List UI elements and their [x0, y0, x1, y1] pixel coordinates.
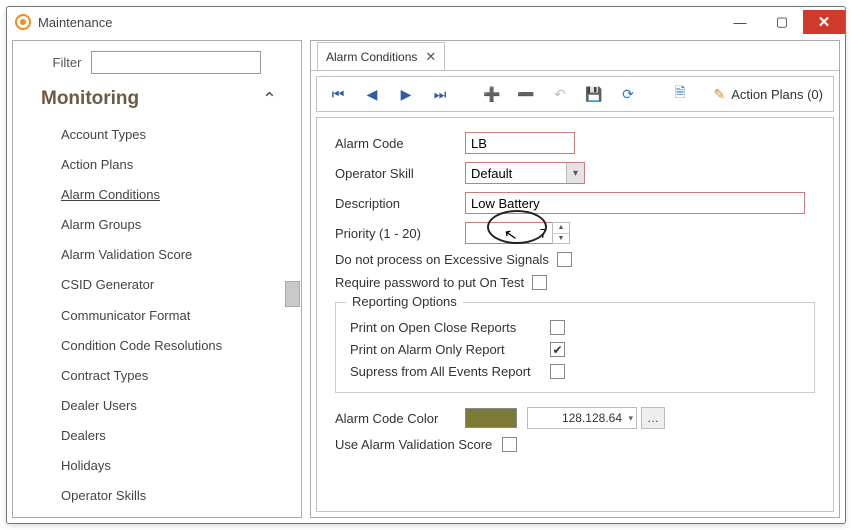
dropdown-icon[interactable]: ▾: [566, 163, 584, 183]
sidebar-item-operator-skills[interactable]: Operator Skills: [31, 481, 301, 511]
alarm-code-label: Alarm Code: [335, 136, 465, 151]
sidebar-item-account-types[interactable]: Account Types: [31, 120, 301, 150]
priority-input[interactable]: [465, 222, 553, 244]
suppress-label: Supress from All Events Report: [350, 364, 550, 379]
app-icon: [15, 14, 31, 30]
tab-alarm-conditions[interactable]: Alarm Conditions ✕: [317, 42, 445, 70]
sidebar-item-dealers[interactable]: Dealers: [31, 421, 301, 451]
nav-next-button[interactable]: ▶: [391, 80, 421, 108]
sidebar-item-csid-generator[interactable]: CSID Generator: [31, 270, 301, 300]
sidebar-scrollbar[interactable]: [285, 281, 300, 307]
remove-button[interactable]: ➖: [511, 80, 541, 108]
toolbar: ⏮ ◀ ▶ ⏭ ➕ ➖ ↶ 💾 ⟳ 🗎 ✎ Action Plans (0): [316, 76, 834, 112]
filter-label: Filter: [53, 55, 82, 70]
color-label: Alarm Code Color: [335, 411, 465, 426]
add-button[interactable]: ➕: [477, 80, 507, 108]
print-open-close-label: Print on Open Close Reports: [350, 320, 550, 335]
action-plans-link[interactable]: ✎ Action Plans (0): [714, 86, 828, 103]
refresh-button[interactable]: ⟳: [613, 80, 643, 108]
sidebar-item-alarm-groups[interactable]: Alarm Groups: [31, 210, 301, 240]
nav-first-button[interactable]: ⏮: [323, 80, 353, 108]
operator-skill-label: Operator Skill: [335, 166, 465, 181]
suppress-checkbox[interactable]: [550, 364, 565, 379]
action-plans-label: Action Plans (0): [731, 87, 823, 102]
minimize-button[interactable]: —: [719, 10, 761, 34]
maximize-button[interactable]: ▢: [761, 10, 803, 34]
color-picker-button[interactable]: …: [641, 407, 665, 429]
color-swatch: [465, 408, 517, 428]
undo-button[interactable]: ↶: [545, 80, 575, 108]
form-area: Alarm Code Operator Skill ▾ Description …: [316, 117, 834, 512]
priority-label: Priority (1 - 20): [335, 226, 465, 241]
sidebar-item-panel-connections[interactable]: Panel Connections: [31, 511, 301, 517]
sidebar-item-holidays[interactable]: Holidays: [31, 451, 301, 481]
alarm-code-input[interactable]: [465, 132, 575, 154]
window-title: Maintenance: [38, 15, 112, 30]
print-alarm-only-checkbox[interactable]: ✔: [550, 342, 565, 357]
titlebar: Maintenance — ▢ ✕: [7, 7, 845, 37]
tab-label: Alarm Conditions: [326, 50, 417, 64]
sidebar-item-alarm-conditions[interactable]: Alarm Conditions: [31, 180, 301, 210]
sidebar-item-dealer-users[interactable]: Dealer Users: [31, 391, 301, 421]
tab-close-icon[interactable]: ✕: [425, 49, 436, 65]
no-process-label: Do not process on Excessive Signals: [335, 252, 549, 267]
require-pw-checkbox[interactable]: [532, 275, 547, 290]
nav-last-button[interactable]: ⏭: [425, 80, 455, 108]
sidebar-item-condition-code-resolutions[interactable]: Condition Code Resolutions: [31, 331, 301, 361]
priority-spinner[interactable]: ▲▼: [552, 222, 570, 244]
sidebar-item-action-plans[interactable]: Action Plans: [31, 150, 301, 180]
reporting-options-group: Reporting Options Print on Open Close Re…: [335, 302, 815, 393]
reporting-legend: Reporting Options: [346, 294, 463, 309]
color-value-dropdown[interactable]: 128.128.64: [527, 407, 637, 429]
section-title: Monitoring: [41, 88, 139, 110]
sidebar-item-communicator-format[interactable]: Communicator Format: [31, 301, 301, 331]
use-validation-checkbox[interactable]: [502, 437, 517, 452]
print-open-close-checkbox[interactable]: [550, 320, 565, 335]
collapse-icon[interactable]: ⌃: [262, 89, 287, 110]
nav-prev-button[interactable]: ◀: [357, 80, 387, 108]
no-process-checkbox[interactable]: [557, 252, 572, 267]
print-alarm-only-label: Print on Alarm Only Report: [350, 342, 550, 357]
require-pw-label: Require password to put On Test: [335, 275, 524, 290]
description-input[interactable]: [465, 192, 805, 214]
sidebar: Filter Monitoring ⌃ Account TypesAction …: [12, 40, 302, 518]
filter-input[interactable]: [91, 51, 261, 74]
close-button[interactable]: ✕: [803, 10, 845, 34]
use-validation-label: Use Alarm Validation Score: [335, 437, 492, 452]
pencil-icon: ✎: [714, 86, 726, 103]
document-button[interactable]: 🗎: [665, 80, 695, 108]
sidebar-item-contract-types[interactable]: Contract Types: [31, 361, 301, 391]
save-button[interactable]: 💾: [579, 80, 609, 108]
sidebar-item-alarm-validation-score[interactable]: Alarm Validation Score: [31, 240, 301, 270]
description-label: Description: [335, 196, 465, 211]
main-panel: Alarm Conditions ✕ ⏮ ◀ ▶ ⏭ ➕ ➖ ↶ 💾 ⟳ 🗎 ✎: [310, 40, 840, 518]
